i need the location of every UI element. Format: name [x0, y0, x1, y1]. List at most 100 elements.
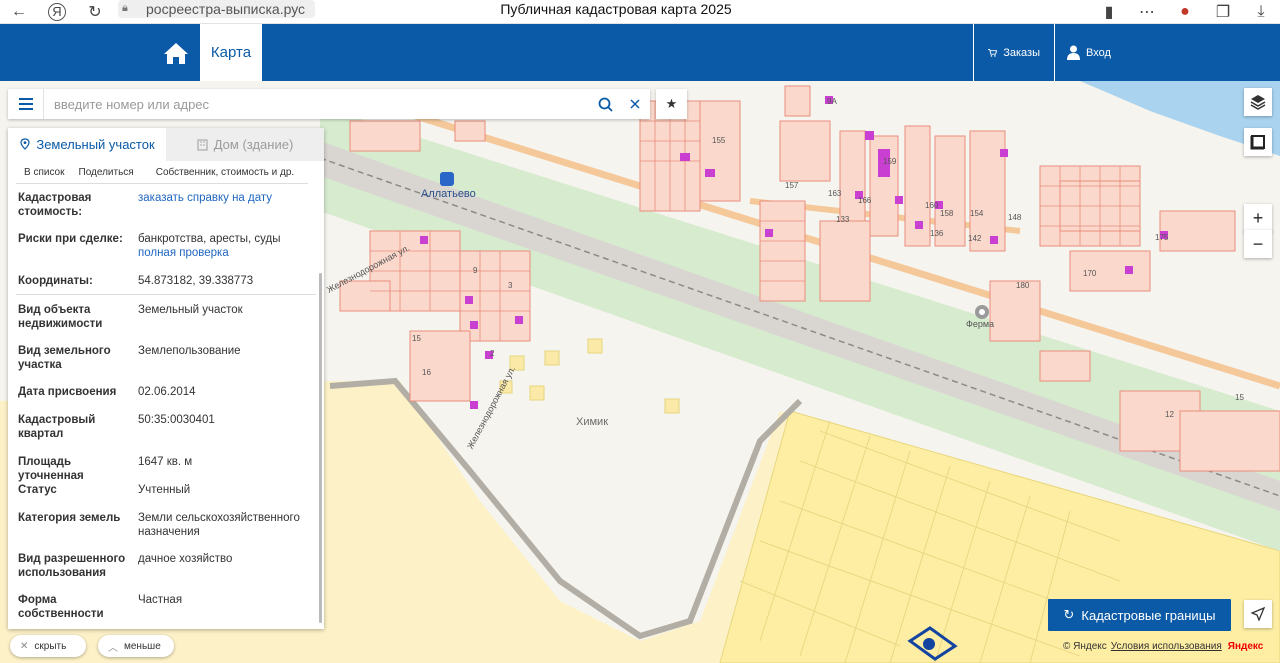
home-button[interactable] — [152, 24, 200, 81]
search-button[interactable] — [590, 89, 620, 119]
star-icon: ★ — [665, 96, 678, 111]
row-label: Статус — [18, 484, 57, 496]
row-value: Частная — [138, 594, 183, 606]
row-label: Координаты: — [18, 275, 93, 287]
download-icon[interactable]: ⤓ — [1242, 0, 1280, 24]
row-cadastral-cost: Кадастровая стоимость: заказать справку … — [8, 191, 316, 219]
add-to-list-button[interactable]: В список — [24, 167, 65, 178]
login-button[interactable]: Вход — [1054, 24, 1280, 81]
row-value: 50:35:0030401 — [138, 414, 215, 426]
lock-icon: 🔒︎ — [122, 2, 128, 14]
row-label: Кадастровая стоимость: — [18, 192, 92, 218]
zoom-out-button[interactable]: − — [1244, 230, 1272, 258]
navigation-arrow-icon — [1251, 607, 1265, 621]
full-check-link[interactable]: полная проверка — [138, 246, 306, 260]
row-value: 1647 кв. м — [138, 456, 193, 468]
row-label: Вид объекта недвижимости — [18, 304, 103, 330]
row-value: банкротства, аресты, суды — [138, 233, 281, 245]
row-value: дачное хозяйство — [138, 553, 233, 565]
row-label: Кадастровый квартал — [18, 414, 96, 440]
chevron-up-icon: ︿ — [108, 642, 118, 654]
cadastral-borders-button[interactable]: ↻ Кадастровые границы — [1048, 599, 1231, 631]
more-icon[interactable]: ⋯ — [1128, 0, 1166, 24]
row-land-category: Категория земель Земли сельскохозяйствен… — [8, 511, 316, 539]
parcel-number: 16 — [422, 368, 431, 377]
parcel-number: 166 — [858, 196, 872, 205]
row-label: Форма собственности — [18, 594, 104, 620]
zoom-in-button[interactable]: + — [1244, 204, 1272, 232]
parcel-number: 159 — [883, 157, 897, 166]
orders-label: Заказы — [1003, 46, 1040, 59]
collections-icon[interactable]: ❐ — [1204, 0, 1242, 24]
cart-icon — [988, 48, 998, 57]
parcel-number: 2 — [490, 349, 495, 358]
parcel-number: 157 — [785, 181, 799, 190]
order-certificate-link[interactable]: заказать справку на дату — [138, 191, 306, 219]
extension-icon[interactable]: ● — [1166, 0, 1204, 24]
parcel-number: 148 — [1008, 213, 1022, 222]
home-icon — [164, 42, 188, 64]
clear-button[interactable] — [620, 89, 650, 119]
tab-map[interactable]: Карта — [200, 24, 262, 81]
address-bar[interactable]: росреестра-выписка.рус — [118, 0, 316, 18]
geolocation-button[interactable] — [1244, 600, 1272, 628]
bookmark-icon[interactable]: ▮ — [1090, 0, 1128, 24]
reload-icon[interactable]: ↻ — [76, 0, 114, 24]
row-value: Землепользование — [138, 345, 241, 357]
row-label: Вид разрешенного использования — [18, 553, 126, 579]
collapse-panel-button[interactable]: ︿ меньше — [98, 635, 174, 657]
close-icon — [630, 99, 640, 109]
owner-info-button[interactable]: Собственник, стоимость и др. — [156, 167, 294, 178]
row-value: 54.873182, 39.338773 — [138, 275, 254, 287]
parcel-number: 170 — [1083, 269, 1097, 278]
search-icon — [598, 97, 613, 112]
row-value: Земельный участок — [138, 304, 243, 316]
row-label: Риски при сделке: — [18, 233, 123, 245]
panel-scrollbar[interactable] — [319, 273, 322, 623]
menu-button[interactable] — [8, 89, 44, 119]
search-box — [8, 89, 650, 119]
parcel-number: 158 — [940, 209, 954, 218]
favorites-button[interactable]: ★ — [656, 89, 687, 119]
search-input[interactable] — [44, 90, 590, 118]
ruler-icon — [1250, 135, 1265, 150]
row-assign-date: Дата присвоения 02.06.2014 — [8, 385, 316, 399]
layers-button[interactable] — [1244, 88, 1272, 116]
row-value: 02.06.2014 — [138, 386, 196, 398]
hide-panel-button[interactable]: ✕ скрыть — [10, 635, 86, 657]
tab-building[interactable]: Дом (здание) — [166, 128, 324, 161]
orders-button[interactable]: Заказы — [973, 24, 1054, 81]
map-label-village: Химик — [576, 416, 609, 428]
yandex-logo: Яндекс — [1227, 641, 1264, 652]
tab-building-label: Дом (здание) — [213, 137, 294, 152]
map-label-farm: Ферма — [966, 319, 995, 329]
close-icon: ✕ — [20, 640, 29, 652]
back-icon[interactable]: ← — [0, 0, 38, 24]
map-label-station: Аллатьево — [421, 188, 476, 200]
yandex-browser-icon[interactable]: Я — [48, 2, 66, 21]
parcel-number: 180 — [1016, 281, 1030, 290]
parcel-number: 155 — [712, 136, 726, 145]
location-pin-icon — [20, 138, 30, 150]
row-label: Категория земель — [18, 512, 121, 524]
row-label: Дата присвоения — [18, 386, 117, 398]
cadastral-borders-label: Кадастровые границы — [1081, 607, 1216, 623]
row-value: Земли сельскохозяйственного назначения — [138, 512, 300, 538]
map-copyright: © Яндекс Условия использования Яндекс — [1063, 641, 1263, 652]
parcel-number: 136 — [930, 229, 944, 238]
measure-button[interactable] — [1244, 128, 1272, 156]
terms-link[interactable]: Условия использования — [1111, 641, 1222, 652]
hide-label: скрыть — [34, 640, 67, 652]
parcel-number: 12 — [1165, 410, 1174, 419]
refresh-icon: ↻ — [1063, 607, 1075, 622]
browser-bar: ← Я ↻ росреестра-выписка.рус 🔒︎ Публична… — [0, 0, 1280, 24]
parcel-number: 15 — [412, 334, 421, 343]
share-button[interactable]: Поделиться — [79, 167, 134, 178]
row-risks: Риски при сделке: банкротства, аресты, с… — [8, 232, 316, 260]
less-label: меньше — [124, 640, 161, 652]
login-label: Вход — [1086, 46, 1111, 59]
row-land-type: Вид земельного участка Землепользование — [8, 344, 316, 372]
parcel-number: 163 — [828, 189, 842, 198]
tab-land-plot[interactable]: Земельный участок — [8, 128, 166, 161]
building-icon — [197, 138, 208, 151]
